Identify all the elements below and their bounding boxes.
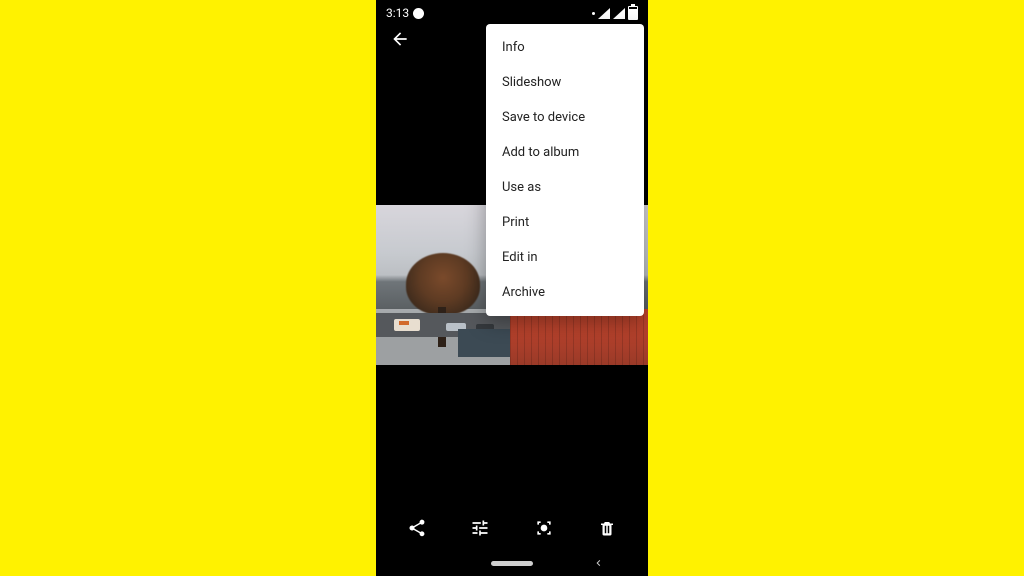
tune-icon — [470, 518, 490, 538]
lens-icon — [534, 518, 554, 538]
nav-back-button[interactable] — [592, 554, 604, 573]
menu-item-print[interactable]: Print — [486, 205, 644, 240]
menu-item-use-as[interactable]: Use as — [486, 170, 644, 205]
status-left: 3:13 — [386, 6, 424, 20]
edit-button[interactable] — [458, 506, 502, 550]
spotify-icon — [413, 8, 424, 19]
arrow-back-icon — [390, 29, 410, 49]
share-icon — [407, 518, 427, 538]
status-bar: 3:13 — [376, 0, 648, 24]
trash-icon — [598, 518, 616, 538]
photo-roof — [510, 309, 648, 365]
home-pill[interactable] — [491, 561, 533, 566]
signal-icon — [598, 8, 610, 19]
overflow-menu: Info Slideshow Save to device Add to alb… — [486, 24, 644, 316]
menu-item-slideshow[interactable]: Slideshow — [486, 65, 644, 100]
menu-item-add-to-album[interactable]: Add to album — [486, 135, 644, 170]
system-nav-bar — [376, 550, 648, 576]
photo-tree — [406, 253, 480, 315]
menu-item-archive[interactable]: Archive — [486, 275, 644, 310]
phone-frame: 3:13 In — [376, 0, 648, 576]
menu-item-info[interactable]: Info — [486, 30, 644, 65]
notification-dot-icon — [592, 12, 595, 15]
status-time: 3:13 — [386, 6, 409, 20]
back-button[interactable] — [386, 25, 414, 57]
status-right — [592, 6, 638, 20]
delete-button[interactable] — [585, 506, 629, 550]
signal-icon-2 — [613, 8, 625, 19]
action-bar — [376, 506, 648, 550]
lens-button[interactable] — [522, 506, 566, 550]
share-button[interactable] — [395, 506, 439, 550]
battery-icon — [628, 6, 638, 20]
photo-vehicle — [394, 319, 420, 331]
chevron-left-icon — [592, 557, 604, 569]
menu-item-edit-in[interactable]: Edit in — [486, 240, 644, 275]
menu-item-save-to-device[interactable]: Save to device — [486, 100, 644, 135]
